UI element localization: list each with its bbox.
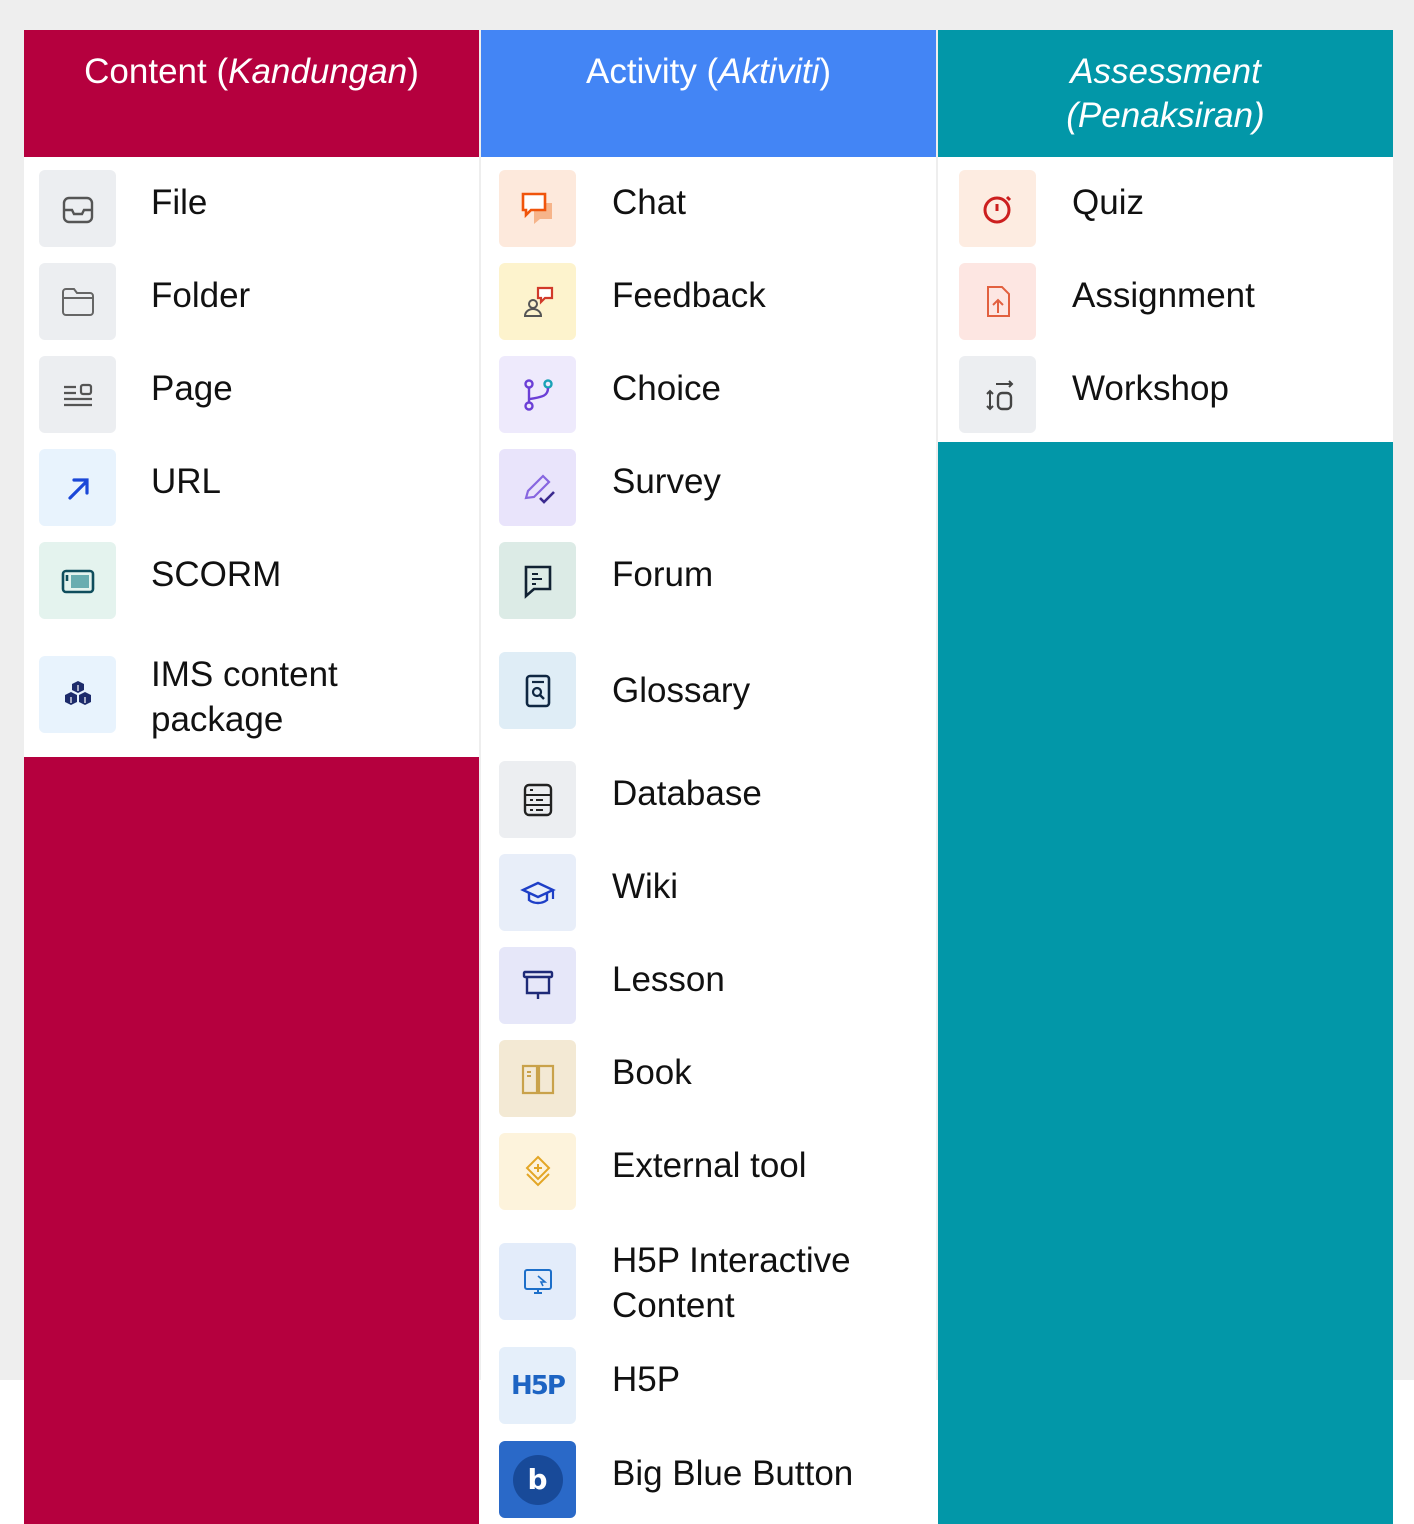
list-item-h5p-interactive-content[interactable]: H5P Interactive Content [481, 1241, 936, 1337]
assessment-column-header: Assessment (Penaksiran) [938, 30, 1393, 157]
assessment-list: Quiz Assignment Workshop [938, 157, 1393, 442]
list-item-external-tool[interactable]: External tool [481, 1133, 936, 1210]
person-feedback-icon [499, 263, 576, 340]
item-label: Assignment [1072, 276, 1255, 315]
assessment-column: Assessment (Penaksiran) Quiz Assignment [938, 30, 1393, 1524]
list-item-book[interactable]: Book [481, 1040, 936, 1117]
item-label: Big Blue Button [612, 1454, 854, 1493]
bbb-circle: b [512, 1454, 563, 1505]
activity-list: Chat Feedback Choice Survey Forum Glossa… [481, 157, 936, 1524]
list-item-database[interactable]: Database [481, 761, 936, 838]
list-item-forum[interactable]: Forum [481, 542, 936, 619]
content-column-header: Content (Kandungan) [24, 30, 479, 157]
list-item-page[interactable]: Page [24, 356, 479, 433]
list-item-lesson[interactable]: Lesson [481, 947, 936, 1024]
item-label: H5P Interactive Content [612, 1238, 851, 1328]
header-line2: (Penaksiran) [1066, 96, 1265, 135]
item-label: Database [612, 774, 762, 813]
folder-icon [39, 263, 116, 340]
item-label: Workshop [1072, 369, 1229, 408]
item-label: Book [612, 1053, 692, 1092]
list-item-folder[interactable]: Folder [24, 263, 479, 340]
chat-bubbles-icon [499, 170, 576, 247]
scorm-package-icon [39, 542, 116, 619]
item-label: SCORM [151, 555, 282, 594]
list-item-url[interactable]: URL [24, 449, 479, 526]
item-label: Wiki [612, 867, 679, 906]
forum-bubble-icon [499, 542, 576, 619]
item-label: H5P [612, 1360, 681, 1399]
list-item-ims-content-package[interactable]: IMS content package [24, 649, 479, 753]
activity-chooser-table: Content (Kandungan) File Folder Page URL… [24, 30, 1394, 1524]
item-label: Page [151, 369, 233, 408]
list-item-scorm[interactable]: SCORM [24, 542, 479, 619]
activity-column: Activity (Aktiviti) Chat Feedback Choice [481, 30, 936, 1524]
graduation-cap-icon [499, 854, 576, 931]
list-item-glossary[interactable]: Glossary [481, 652, 936, 729]
bigbluebutton-logo-icon: b [499, 1441, 576, 1518]
database-icon [499, 761, 576, 838]
cubes-icon [39, 656, 116, 733]
item-label: Chat [612, 183, 686, 222]
arrow-up-right-icon [39, 449, 116, 526]
list-item-workshop[interactable]: Workshop [938, 356, 1393, 433]
content-column: Content (Kandungan) File Folder Page URL… [24, 30, 479, 1524]
item-label-line1: H5P Interactive [612, 1241, 851, 1280]
list-item-h5p[interactable]: H5P H5P [481, 1347, 936, 1424]
item-label: File [151, 183, 208, 222]
content-list: File Folder Page URL SCORM IMS content p… [24, 157, 479, 757]
item-label: Lesson [612, 960, 725, 999]
item-label-line2: package [151, 700, 284, 739]
inbox-tray-icon [39, 170, 116, 247]
h5p-logo-text: H5P [511, 1370, 566, 1401]
glossary-search-icon [499, 652, 576, 729]
item-label: Glossary [612, 671, 751, 710]
list-item-choice[interactable]: Choice [481, 356, 936, 433]
puzzle-diamond-icon [499, 1133, 576, 1210]
page-lines-icon [39, 356, 116, 433]
file-upload-icon [959, 263, 1036, 340]
item-label: Feedback [612, 276, 766, 315]
item-label-line1: IMS content [151, 655, 338, 694]
branch-choice-icon [499, 356, 576, 433]
item-label-line2: Content [612, 1286, 735, 1325]
list-item-file[interactable]: File [24, 170, 479, 247]
list-item-big-blue-button[interactable]: b Big Blue Button [481, 1441, 936, 1518]
item-label: Folder [151, 276, 251, 315]
bbb-logo-text: b [527, 1463, 548, 1496]
presentation-board-icon [499, 947, 576, 1024]
list-item-survey[interactable]: Survey [481, 449, 936, 526]
item-label: Choice [612, 369, 721, 408]
h5p-logo-icon: H5P [499, 1347, 576, 1424]
list-item-chat[interactable]: Chat [481, 170, 936, 247]
header-line1: Assessment [1070, 52, 1261, 91]
pencil-check-icon [499, 449, 576, 526]
content-column-fill [24, 757, 479, 1524]
activity-column-header: Activity (Aktiviti) [481, 30, 936, 157]
list-item-wiki[interactable]: Wiki [481, 854, 936, 931]
item-label: External tool [612, 1146, 807, 1185]
open-book-icon [499, 1040, 576, 1117]
stopwatch-icon [959, 170, 1036, 247]
item-label: Forum [612, 555, 714, 594]
list-item-assignment[interactable]: Assignment [938, 263, 1393, 340]
list-item-feedback[interactable]: Feedback [481, 263, 936, 340]
list-item-quiz[interactable]: Quiz [938, 170, 1393, 247]
monitor-cursor-icon [499, 1243, 576, 1320]
workshop-arrows-icon [959, 356, 1036, 433]
item-label: Survey [612, 462, 721, 501]
assessment-column-fill [938, 442, 1393, 1524]
item-label: URL [151, 462, 222, 501]
item-label: IMS content package [151, 652, 338, 742]
item-label: Quiz [1072, 183, 1144, 222]
